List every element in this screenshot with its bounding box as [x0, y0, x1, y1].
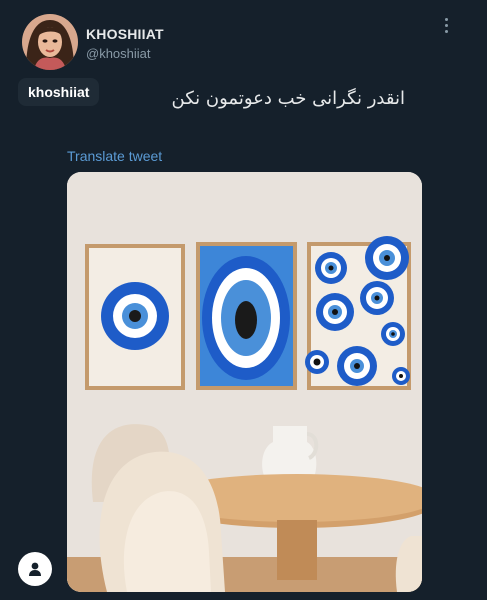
user-profile-button[interactable] — [18, 552, 52, 586]
more-vertical-icon[interactable] — [440, 16, 452, 36]
tag-label: khoshiiat — [18, 78, 100, 106]
user-icon — [29, 562, 41, 576]
tweet-text: انقدر نگرانی خب دعوتمون نکن — [171, 88, 405, 109]
translate-tweet-link[interactable]: Translate tweet — [67, 148, 162, 164]
author-display-name[interactable]: KHOSHIIAT — [86, 26, 164, 42]
author-handle[interactable]: @khoshiiat — [86, 46, 151, 61]
author-avatar[interactable] — [22, 14, 78, 70]
tweet-media-image[interactable] — [67, 172, 422, 592]
